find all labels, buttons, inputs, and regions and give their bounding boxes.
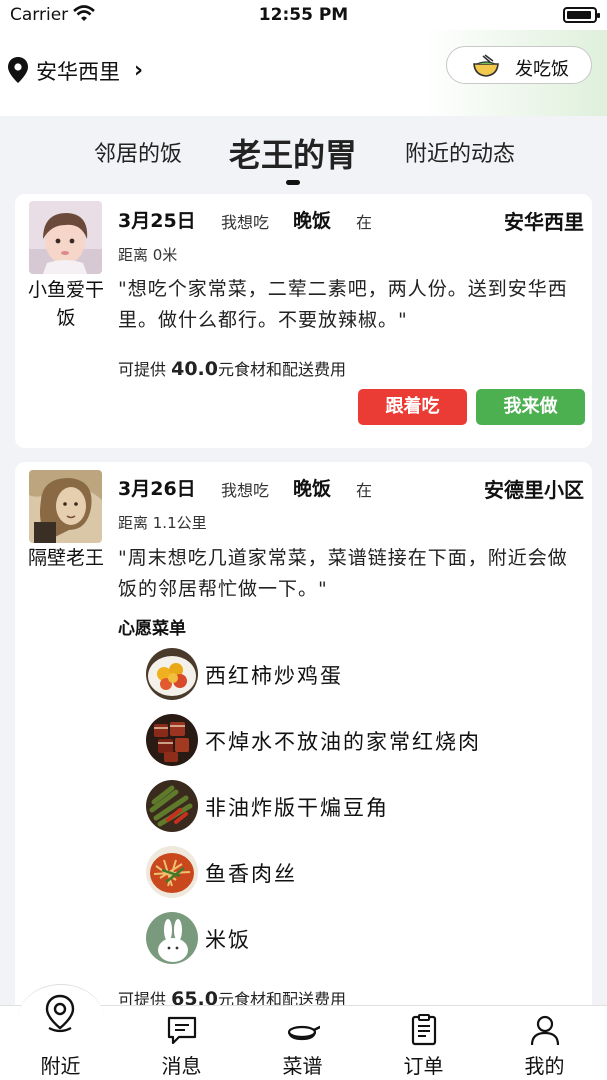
offer-suffix: 元食材和配送费用 <box>217 360 346 379</box>
offer-text: 可提供 40.0元食材和配送费用 <box>118 356 346 380</box>
request-quote: "周末想吃几道家常菜，菜谱链接在下面，附近会做饭的邻居帮忙做一下。" <box>118 547 568 600</box>
offer-prefix: 可提供 <box>118 360 172 379</box>
avatar[interactable] <box>29 470 102 543</box>
nickname: 隔壁老王 <box>27 547 104 569</box>
distance: 距离 1.1公里 <box>118 514 207 532</box>
chevron-right-icon[interactable]: › <box>134 58 143 83</box>
dish-item[interactable]: 鱼香肉丝 <box>146 846 566 898</box>
dish-thumbnail <box>146 648 198 700</box>
dish-name: 非油炸版干煸豆角 <box>205 796 389 820</box>
dish-thumbnail <box>146 780 198 832</box>
want-label: 我想吃 <box>221 481 270 500</box>
post-card[interactable]: 小鱼爱干饭 3月25日 我想吃 晚饭 在 安华西里 距离 0米 "想吃个家常菜，… <box>15 194 592 448</box>
wish-menu-title: 心愿菜单 <box>118 619 186 639</box>
dish-thumbnail <box>146 714 198 766</box>
tab-bar: 邻居的饭 老王的胃 附近的动态 <box>0 116 607 194</box>
dish-name: 西红柿炒鸡蛋 <box>205 664 343 688</box>
distance: 距离 0米 <box>118 246 178 264</box>
dish-name: 鱼香肉丝 <box>205 862 297 886</box>
delivery-place: 安德里小区 <box>484 478 584 502</box>
nav-messages[interactable]: 消息 <box>121 1006 242 1080</box>
dish-name: 不焯水不放油的家常红烧肉 <box>205 730 481 754</box>
follow-eat-button[interactable]: 跟着吃 <box>358 389 467 425</box>
post-meal-label: 发吃饭 <box>515 59 569 80</box>
clock: 12:55 PM <box>258 5 349 25</box>
nav-label: 订单 <box>403 1054 444 1078</box>
meal-type: 晚饭 <box>293 210 332 232</box>
offer-amount: 40.0 <box>171 358 218 380</box>
tab-laowang-stomach[interactable]: 老王的胃 <box>229 130 357 176</box>
location-header: 安华西里 › 发吃饭 <box>0 30 607 116</box>
dish-item[interactable]: 非油炸版干煸豆角 <box>146 780 566 832</box>
dish-thumbnail <box>146 846 198 898</box>
nav-label: 附近 <box>40 1054 81 1078</box>
post-card[interactable]: 隔壁老王 3月26日 我想吃 晚饭 在 安德里小区 距离 1.1公里 "周末想吃… <box>15 462 592 1022</box>
location-pin-icon <box>8 57 28 83</box>
tab-nearby-activity[interactable]: 附近的动态 <box>405 136 515 168</box>
status-bar: Carrier 12:55 PM <box>0 0 607 30</box>
i-will-cook-button[interactable]: 我来做 <box>476 389 585 425</box>
dish-item[interactable]: 不焯水不放油的家常红烧肉 <box>146 714 566 766</box>
at-label: 在 <box>356 481 373 500</box>
bowl-icon <box>473 54 499 77</box>
user-icon <box>530 1015 560 1046</box>
nav-label: 消息 <box>161 1054 202 1078</box>
clipboard-icon <box>411 1014 437 1046</box>
location-pin-icon <box>45 994 75 1033</box>
location-name[interactable]: 安华西里 <box>36 56 120 86</box>
pan-icon <box>287 1025 320 1041</box>
at-label: 在 <box>356 213 373 232</box>
post-date: 3月25日 <box>118 210 196 232</box>
dish-name: 米饭 <box>205 928 251 952</box>
meal-type: 晚饭 <box>293 478 332 500</box>
nickname: 小鱼爱干饭 <box>27 279 104 329</box>
nav-orders[interactable]: 订单 <box>363 1006 484 1080</box>
bottom-navigation: 附近 消息 菜谱 订单 我的 <box>0 984 607 1080</box>
nav-profile[interactable]: 我的 <box>484 1006 605 1080</box>
request-quote: "想吃个家常菜，二荤二素吧，两人份。送到安华西里。做什么都行。不要放辣椒。" <box>118 278 568 331</box>
want-label: 我想吃 <box>221 213 270 232</box>
post-date: 3月26日 <box>118 478 196 500</box>
tab-neighbors-meals[interactable]: 邻居的饭 <box>94 136 182 168</box>
battery-icon <box>563 7 600 23</box>
dish-item[interactable]: 西红柿炒鸡蛋 <box>146 648 566 700</box>
nav-recipes[interactable]: 菜谱 <box>242 1006 363 1080</box>
delivery-place: 安华西里 <box>504 210 584 234</box>
avatar[interactable] <box>29 201 102 274</box>
nav-label: 我的 <box>524 1054 565 1078</box>
dish-thumbnail <box>146 912 198 964</box>
message-icon <box>167 1016 197 1045</box>
nav-label: 菜谱 <box>282 1054 323 1078</box>
post-meal-button[interactable]: 发吃饭 <box>446 46 592 84</box>
active-tab-indicator <box>286 180 300 185</box>
nav-nearby[interactable]: 附近 <box>0 994 121 1080</box>
dish-item[interactable]: 米饭 <box>146 912 566 964</box>
